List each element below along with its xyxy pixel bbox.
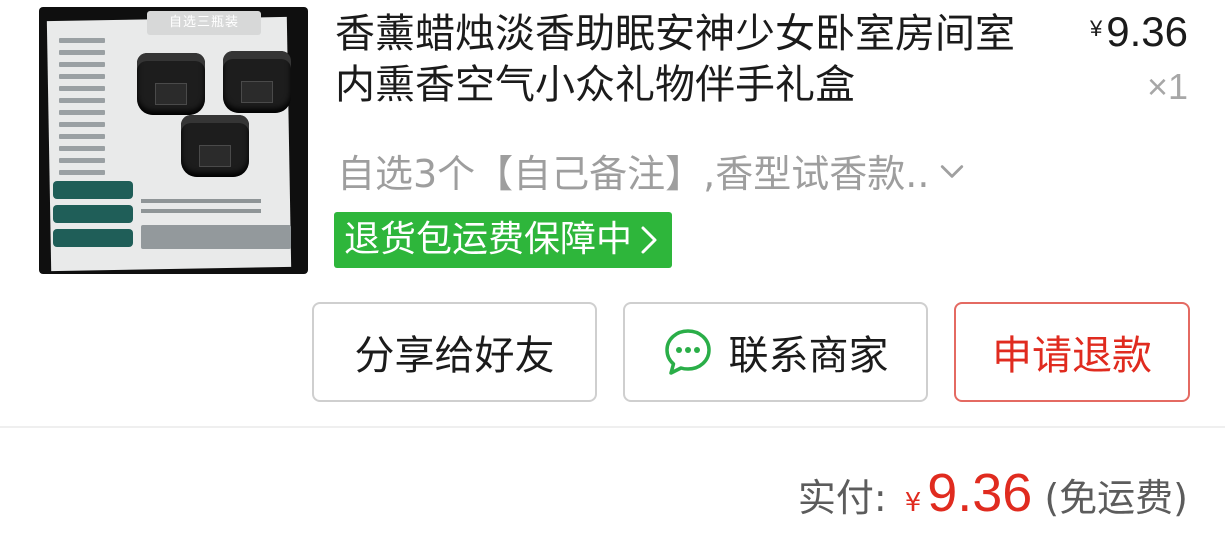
contact-merchant-button[interactable]: 联系商家 <box>623 302 928 402</box>
thumbnail-banner: 自选三瓶装 <box>147 11 261 35</box>
paid-amount: 9.36 <box>927 463 1033 523</box>
thumbnail-scent-list <box>59 31 115 206</box>
product-spec-selector[interactable]: 自选3个【自己备注】,香型试香款.. <box>337 143 965 198</box>
thumbnail-feature-tags <box>53 181 133 253</box>
refund-button-label: 申请退款 <box>992 333 1152 379</box>
thumbnail-footnote <box>141 225 291 249</box>
chevron-down-icon <box>941 164 964 178</box>
product-thumbnail[interactable]: 自选三瓶装 <box>39 7 308 274</box>
candle-jar-image <box>181 115 249 177</box>
candle-jar-image <box>223 51 291 113</box>
thumbnail-spec-lines <box>141 193 281 219</box>
shipping-note: (免运费) <box>1044 476 1188 520</box>
product-spec-text: 自选3个【自己备注】,香型试香款.. <box>337 152 930 196</box>
paid-label: 实付: <box>797 476 887 520</box>
guarantee-label: 退货包运费保障中 <box>344 219 633 260</box>
product-price: ¥9.36 <box>1090 8 1188 56</box>
contact-button-label: 联系商家 <box>728 333 889 379</box>
chat-bubble-icon <box>664 329 711 375</box>
product-quantity: ×1 <box>1146 66 1188 107</box>
payment-summary: 实付: ¥ 9.36 (免运费) <box>798 462 1188 524</box>
product-title[interactable]: 香薰蜡烛淡香助眠安神少女卧室房间室内熏香空气小众礼物伴手礼盒 <box>335 9 1035 111</box>
chevron-right-icon <box>641 226 657 254</box>
price-currency: ¥ <box>1090 16 1103 41</box>
price-value: 9.36 <box>1106 8 1188 55</box>
section-divider <box>0 426 1225 428</box>
share-to-friend-button[interactable]: 分享给好友 <box>312 302 597 402</box>
return-shipping-guarantee-badge[interactable]: 退货包运费保障中 <box>334 212 673 268</box>
share-button-label: 分享给好友 <box>354 333 555 379</box>
candle-jar-image <box>137 53 205 115</box>
paid-currency: ¥ <box>904 488 922 518</box>
request-refund-button[interactable]: 申请退款 <box>954 302 1190 402</box>
